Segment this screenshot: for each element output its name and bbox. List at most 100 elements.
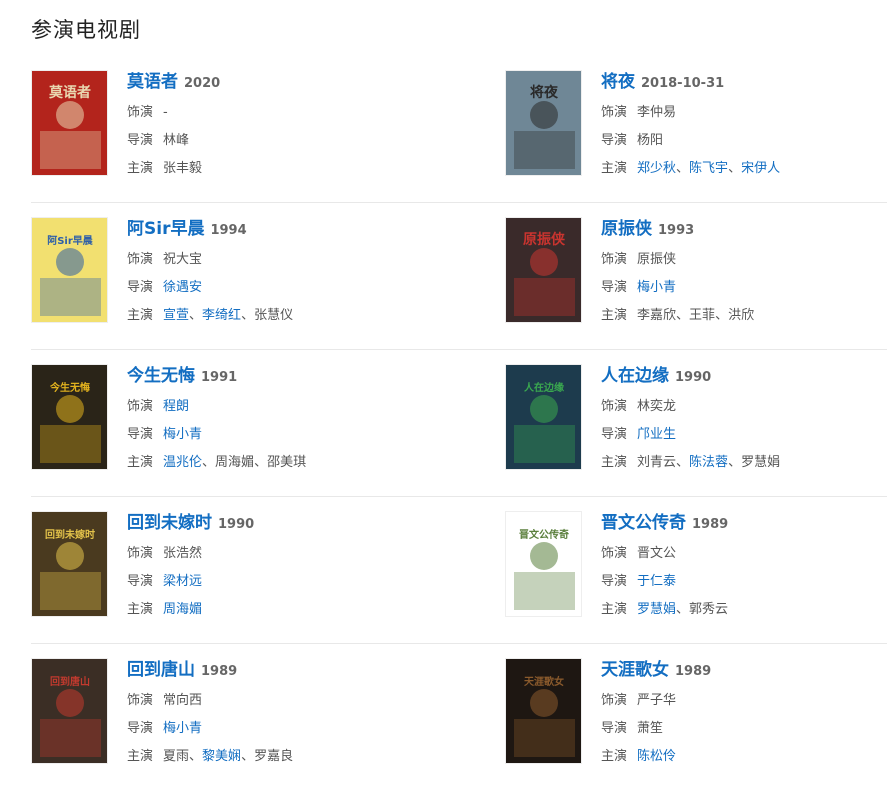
person-link[interactable]: 梅小青 xyxy=(637,280,676,295)
show-row: 今生无悔 今生无悔 1991 饰演 程朗 导演 梅小青 主演 温兆伦、周海媚、邵美琪 人在边缘 人在… xyxy=(31,364,887,511)
poster-title-text: 阿Sir早晨 xyxy=(47,234,94,247)
show-title-link[interactable]: 人在边缘 xyxy=(601,366,669,386)
show-year: 1989 xyxy=(675,664,712,679)
meta-director: 导演 梁材远 xyxy=(127,565,254,593)
show-title-link[interactable]: 晋文公传奇 xyxy=(601,513,686,533)
meta-label-director: 导演 xyxy=(127,427,154,442)
meta-cast: 主演 郑少秋、陈飞宇、宋伊人 xyxy=(601,152,780,180)
person-name: 张浩然 xyxy=(163,546,203,561)
meta-label-director: 导演 xyxy=(601,280,628,295)
tv-show-grid: 莫语者 莫语者 2020 饰演 - 导演 林峰 主演 张丰毅 将夜 将夜 2018-10-31 饰演 李仲… xyxy=(31,70,887,805)
show-title-link[interactable]: 天涯歌女 xyxy=(601,660,669,680)
show-poster[interactable]: 原振侠 xyxy=(505,217,582,323)
person-link[interactable]: 梅小青 xyxy=(163,427,202,442)
show-title-link[interactable]: 莫语者 xyxy=(127,72,178,92)
show-title-line: 晋文公传奇 1989 xyxy=(601,511,728,537)
person-link[interactable]: 梁材远 xyxy=(163,574,202,589)
person-name: 夏雨 xyxy=(163,749,190,764)
show-title-line: 人在边缘 1990 xyxy=(601,364,780,390)
person-name: 萧笙 xyxy=(637,721,664,736)
person-name: 李嘉欣 xyxy=(637,308,677,323)
poster-title-text: 莫语者 xyxy=(48,84,91,101)
show-poster[interactable]: 阿Sir早晨 xyxy=(31,217,108,323)
show-poster[interactable]: 回到唐山 xyxy=(31,658,108,764)
show-card: 回到未嫁时 回到未嫁时 1990 饰演 张浩然 导演 梁材远 主演 周海媚 xyxy=(31,511,431,617)
meta-label-role: 饰演 xyxy=(127,693,154,708)
person-name: 林峰 xyxy=(163,133,190,148)
person-name: 罗慧娟 xyxy=(741,455,781,470)
show-card: 天涯歌女 天涯歌女 1989 饰演 严子华 导演 萧笙 主演 陈松伶 xyxy=(505,658,887,764)
person-link[interactable]: 周海媚 xyxy=(163,602,202,617)
person-link[interactable]: 程朗 xyxy=(163,399,189,414)
show-year: 1994 xyxy=(210,223,247,238)
person-link[interactable]: 陈松伶 xyxy=(637,749,676,764)
meta-label-director: 导演 xyxy=(601,721,628,736)
show-poster[interactable]: 人在边缘 xyxy=(505,364,582,470)
show-poster[interactable]: 今生无悔 xyxy=(31,364,108,470)
person-name: 王菲 xyxy=(689,308,716,323)
meta-cast: 主演 夏雨、黎美娴、罗嘉良 xyxy=(127,740,293,768)
show-poster[interactable]: 天涯歌女 xyxy=(505,658,582,764)
meta-label-cast: 主演 xyxy=(601,602,628,617)
row-divider xyxy=(31,202,887,203)
person-link[interactable]: 于仁泰 xyxy=(637,574,676,589)
person-link[interactable]: 陈法蓉 xyxy=(689,455,728,470)
meta-role: 饰演 李仲易 xyxy=(601,96,780,124)
person-link[interactable]: 邝业生 xyxy=(637,427,676,442)
show-poster[interactable]: 将夜 xyxy=(505,70,582,176)
row-divider xyxy=(31,643,887,644)
poster-art: 晋文公传奇 xyxy=(506,512,581,616)
poster-title-text: 回到唐山 xyxy=(50,675,90,688)
meta-label-role: 饰演 xyxy=(601,399,628,414)
meta-role: 饰演 - xyxy=(127,96,220,124)
person-link[interactable]: 李绮红 xyxy=(202,308,241,323)
poster-art: 原振侠 xyxy=(506,218,581,322)
person-link[interactable]: 梅小青 xyxy=(163,721,202,736)
show-poster[interactable]: 晋文公传奇 xyxy=(505,511,582,617)
meta-label-cast: 主演 xyxy=(127,602,154,617)
show-title-link[interactable]: 将夜 xyxy=(601,72,635,92)
meta-director: 导演 林峰 xyxy=(127,124,220,152)
person-link[interactable]: 郑少秋 xyxy=(637,161,676,176)
person-link[interactable]: 罗慧娟 xyxy=(637,602,676,617)
show-card: 将夜 将夜 2018-10-31 饰演 李仲易 导演 杨阳 主演 郑少秋、陈飞宇、宋伊人 xyxy=(505,70,887,176)
show-title-link[interactable]: 今生无悔 xyxy=(127,366,195,386)
person-link[interactable]: 徐遇安 xyxy=(163,280,202,295)
person-link[interactable]: 宋伊人 xyxy=(741,161,780,176)
person-link[interactable]: 宣萱 xyxy=(163,308,189,323)
show-poster[interactable]: 莫语者 xyxy=(31,70,108,176)
meta-role: 饰演 程朗 xyxy=(127,390,306,418)
poster-art: 人在边缘 xyxy=(506,365,581,469)
meta-label-role: 饰演 xyxy=(601,693,628,708)
show-row: 阿Sir早晨 阿Sir早晨 1994 饰演 祝大宝 导演 徐遇安 主演 宣萱、李绮红、张慧仪 原振… xyxy=(31,217,887,364)
meta-label-role: 饰演 xyxy=(127,105,154,120)
show-card: 晋文公传奇 晋文公传奇 1989 饰演 晋文公 导演 于仁泰 主演 罗慧娟、郭秀云 xyxy=(505,511,887,617)
show-poster[interactable]: 回到未嫁时 xyxy=(31,511,108,617)
show-title-link[interactable]: 阿Sir早晨 xyxy=(127,219,204,239)
show-title-link[interactable]: 回到唐山 xyxy=(127,660,195,680)
meta-role: 饰演 严子华 xyxy=(601,684,711,712)
separator: 、 xyxy=(241,749,255,764)
person-name: 李仲易 xyxy=(637,105,677,120)
poster-title-text: 晋文公传奇 xyxy=(519,528,569,541)
meta-role: 饰演 原振侠 xyxy=(601,243,754,271)
person-name: 林奕龙 xyxy=(637,399,677,414)
meta-cast: 主演 刘青云、陈法蓉、罗慧娟 xyxy=(601,446,780,474)
meta-cast: 主演 李嘉欣、王菲、洪欣 xyxy=(601,299,754,327)
person-link[interactable]: 温兆伦 xyxy=(163,455,202,470)
show-title-link[interactable]: 回到未嫁时 xyxy=(127,513,212,533)
person-link[interactable]: 陈飞宇 xyxy=(689,161,728,176)
meta-label-director: 导演 xyxy=(127,574,154,589)
show-title-line: 莫语者 2020 xyxy=(127,70,220,96)
person-name: 周海媚 xyxy=(215,455,255,470)
meta-director: 导演 于仁泰 xyxy=(601,565,728,593)
show-title-line: 今生无悔 1991 xyxy=(127,364,306,390)
person-name: 原振侠 xyxy=(637,252,677,267)
person-name: 洪欣 xyxy=(728,308,755,323)
meta-role: 饰演 晋文公 xyxy=(601,537,728,565)
meta-label-role: 饰演 xyxy=(127,546,154,561)
person-link[interactable]: 黎美娴 xyxy=(202,749,241,764)
meta-label-director: 导演 xyxy=(601,133,628,148)
show-title-link[interactable]: 原振侠 xyxy=(601,219,652,239)
poster-art: 天涯歌女 xyxy=(506,659,581,763)
